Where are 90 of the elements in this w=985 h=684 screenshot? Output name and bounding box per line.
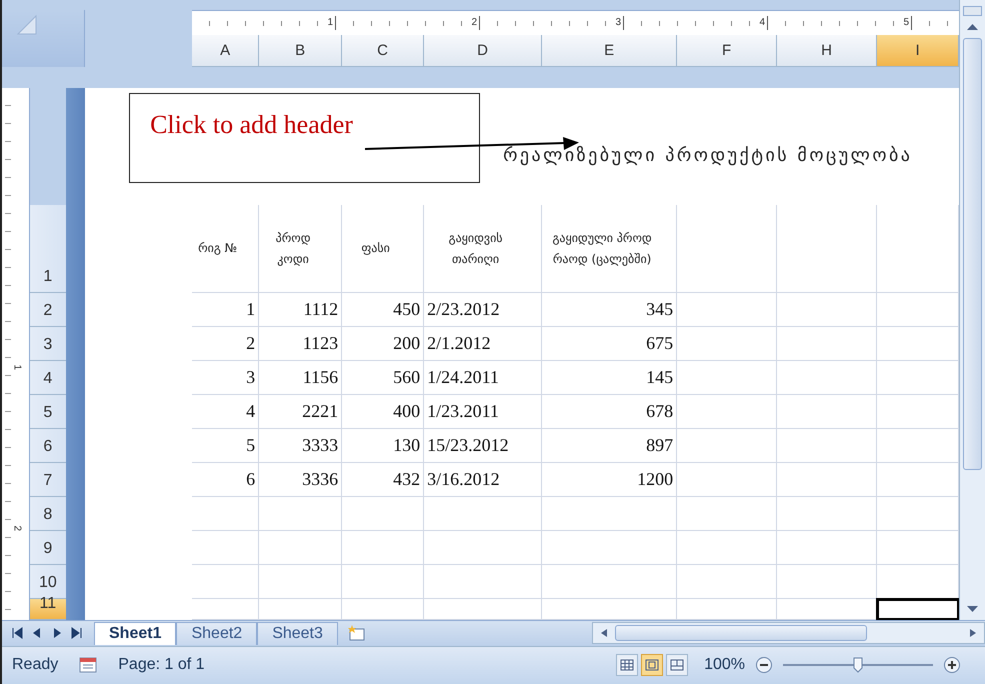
ruler-number: 3 — [480, 16, 624, 30]
table-cell: 2221 — [259, 395, 342, 429]
table-cell: 145 — [542, 361, 678, 395]
macro-recording-icon[interactable] — [78, 656, 98, 674]
ruler-number: 5 — [768, 16, 912, 30]
normal-view-button[interactable] — [616, 654, 638, 676]
row-header[interactable]: 5 — [30, 395, 66, 429]
horizontal-scrollbar[interactable] — [592, 622, 985, 644]
header-placeholder[interactable]: Click to add header — [129, 93, 480, 183]
column-header[interactable]: B — [259, 35, 342, 67]
ruler-number: 2 — [336, 16, 480, 30]
column-heading: რიგ № — [192, 205, 260, 293]
table-cell: 675 — [542, 327, 678, 361]
page-break-view-button[interactable] — [666, 654, 688, 676]
column-heading: ფასი — [342, 205, 424, 293]
table-cell: 1200 — [542, 463, 678, 497]
status-text: Ready — [12, 656, 58, 674]
table-cell: 1123 — [259, 327, 342, 361]
row-header[interactable]: 8 — [30, 497, 66, 531]
row-header[interactable]: 9 — [30, 531, 66, 565]
row-header[interactable]: 11 — [30, 599, 66, 620]
zoom-out-icon[interactable] — [755, 656, 773, 674]
last-sheet-icon[interactable] — [70, 626, 84, 640]
row-header[interactable]: 7 — [30, 463, 66, 497]
table-cell — [192, 531, 260, 565]
column-heading: გაყიდვის თარიღი — [424, 205, 542, 293]
triangle-icon — [16, 14, 38, 36]
sheet-title: რეალიზებული პროდუქტის მოცულობა — [503, 145, 912, 166]
zoom-slider[interactable] — [783, 656, 933, 674]
table-cell: 560 — [342, 361, 424, 395]
table-cell: 1/24.2011 — [424, 361, 542, 395]
table-cell: 130 — [342, 429, 424, 463]
table-cell: 345 — [542, 293, 678, 327]
column-heading: გაყიდული პროდ რაოდ (ცალებში) — [542, 205, 678, 293]
ruler-number: 4 — [624, 16, 768, 30]
grid-icon — [620, 659, 634, 672]
table-cell: 897 — [542, 429, 678, 463]
table-cell: 3/16.2012 — [424, 463, 542, 497]
page-break-icon — [670, 659, 684, 672]
table-cell — [192, 565, 260, 599]
table-cell: 2/23.2012 — [424, 293, 542, 327]
sheet-tab[interactable]: Sheet1 — [94, 622, 176, 645]
table-cell: 3 — [192, 361, 260, 395]
row-header[interactable]: 3 — [30, 327, 66, 361]
page-icon — [645, 659, 660, 672]
row-header[interactable]: 6 — [30, 429, 66, 463]
active-cell[interactable] — [877, 599, 960, 620]
table-cell: 15/23.2012 — [424, 429, 542, 463]
column-header[interactable]: F — [677, 35, 778, 67]
column-header[interactable]: C — [342, 35, 424, 67]
zoom-slider-thumb[interactable] — [853, 657, 863, 674]
table-cell: 1/23.2011 — [424, 395, 542, 429]
table-cell: 5 — [192, 429, 260, 463]
table-cell: 2 — [192, 327, 260, 361]
table-cell: 432 — [342, 463, 424, 497]
table-cell: 450 — [342, 293, 424, 327]
table-cell: 3336 — [259, 463, 342, 497]
table-cell: 678 — [542, 395, 678, 429]
column-header[interactable]: E — [542, 35, 678, 67]
column-header[interactable]: D — [424, 35, 542, 67]
sheet-tab[interactable]: Sheet3 — [257, 622, 338, 645]
table-cell — [192, 497, 260, 531]
page-layout-view-button[interactable] — [641, 654, 664, 676]
table-cell: 1 — [192, 293, 260, 327]
zoom-level[interactable]: 100% — [704, 656, 745, 674]
row-header[interactable]: 4 — [30, 361, 66, 395]
scroll-thumb[interactable] — [963, 38, 982, 470]
first-sheet-icon[interactable] — [10, 626, 24, 640]
ruler-number: 1 — [12, 364, 22, 372]
ruler-number: 1 — [192, 16, 336, 30]
table-cell: 1112 — [259, 293, 342, 327]
sheet-tab[interactable]: Sheet2 — [176, 622, 258, 645]
ruler-number: 2 — [12, 526, 22, 534]
table-cell: 3333 — [259, 429, 342, 463]
page-indicator: Page: 1 of 1 — [118, 656, 205, 674]
row-header[interactable]: 2 — [30, 293, 66, 327]
row-header[interactable]: 1 — [30, 205, 66, 293]
column-header[interactable]: H — [777, 35, 878, 67]
table-cell: 2/1.2012 — [424, 327, 542, 361]
table-cell: 400 — [342, 395, 424, 429]
column-heading: პროდ კოდი — [259, 205, 342, 293]
table-cell: 6 — [192, 463, 260, 497]
table-cell: 4 — [192, 395, 260, 429]
scroll-thumb[interactable] — [615, 625, 867, 642]
table-cell: 200 — [342, 327, 424, 361]
column-header[interactable]: I — [877, 35, 960, 67]
vertical-scrollbar[interactable] — [959, 0, 985, 620]
zoom-in-icon[interactable] — [943, 656, 961, 674]
table-cell: 1156 — [259, 361, 342, 395]
column-header[interactable]: A — [192, 35, 260, 67]
